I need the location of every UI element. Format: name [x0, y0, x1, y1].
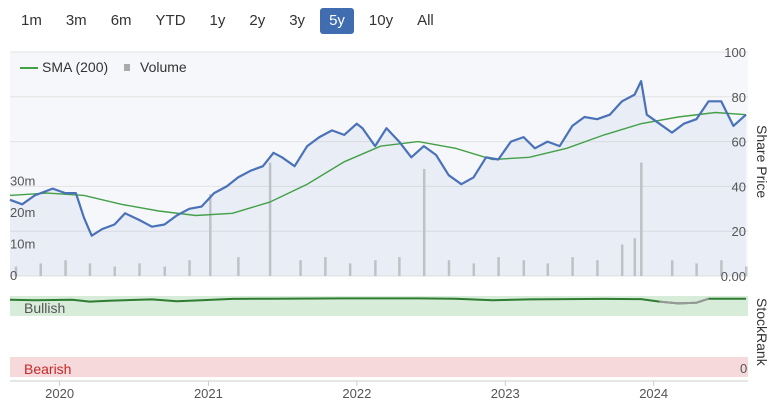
x-tick-label: 2022: [342, 386, 371, 401]
share-price-axis-title: Share Price: [754, 125, 770, 198]
bearish-label: Bearish: [24, 361, 71, 377]
x-tick-label: 2021: [194, 386, 223, 401]
price-tick-label: 0.00: [721, 269, 746, 284]
volume-tick-label: 20m: [10, 205, 35, 220]
legend[interactable]: SMA (200) Volume: [20, 59, 187, 75]
price-tick-label: 80: [732, 90, 746, 105]
price-tick-label: 100: [724, 45, 746, 60]
bearish-band: [10, 357, 748, 377]
x-tick-label: 2020: [45, 386, 74, 401]
stockrank-zero-label: 0: [740, 361, 747, 376]
stockrank-axis-title: StockRank: [754, 298, 770, 367]
volume-legend-swatch: [124, 64, 130, 71]
sma-legend-label[interactable]: SMA (200): [42, 59, 108, 75]
volume-tick-label: 30m: [10, 174, 35, 189]
price-tick-label: 20: [732, 224, 746, 239]
stock-chart: 100 80 60 40 20 0.00 30m 20m 10m 0 SMA (200) Vol…: [9, 45, 770, 401]
x-axis-ticks: 2020 2021 2022 2023 2024: [45, 381, 668, 401]
x-tick-label: 2024: [639, 386, 668, 401]
volume-tick-label: 10m: [10, 237, 35, 252]
volume-legend-label[interactable]: Volume: [140, 59, 187, 75]
price-tick-label: 60: [732, 135, 746, 150]
x-tick-label: 2023: [491, 386, 520, 401]
volume-tick-label: 0: [10, 268, 17, 283]
bullish-label: Bullish: [24, 300, 65, 316]
price-tick-label: 40: [732, 179, 746, 194]
